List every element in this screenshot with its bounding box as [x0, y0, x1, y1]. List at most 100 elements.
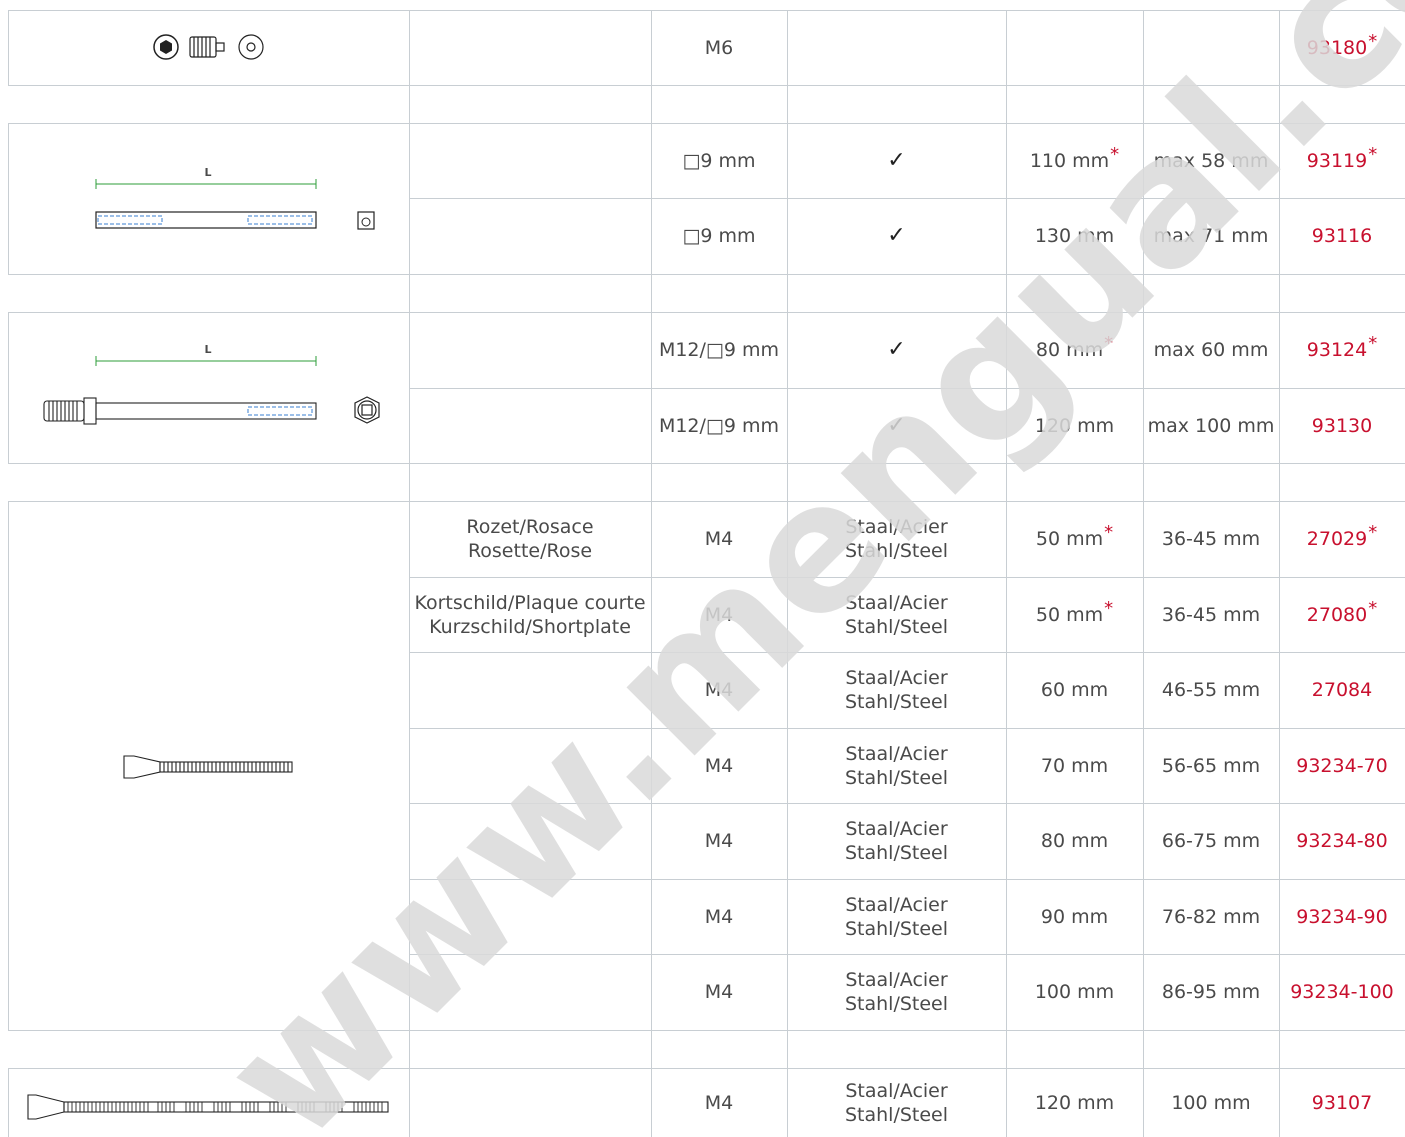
col-divider: [8, 1068, 9, 1137]
thread-cell: M12/□9 mm: [658, 339, 780, 361]
row-divider: [8, 1030, 1405, 1031]
length-cell: 80 mm *: [1006, 312, 1143, 388]
length-value: 80 mm: [1035, 339, 1104, 361]
article-code-cell: 93130: [1311, 414, 1373, 437]
asterisk-icon: *: [1110, 143, 1120, 165]
check-icon: ✓: [887, 147, 906, 173]
thread-cell: M4: [704, 1091, 734, 1114]
material-line: Staal/Acier: [845, 893, 948, 916]
material-line: Stahl/Steel: [844, 993, 949, 1015]
article-code-cell: 93234-70: [1296, 754, 1388, 777]
material-line: Stahl/Steel: [844, 917, 949, 940]
material-line: Staal/Acier: [845, 591, 948, 614]
length-cell: 120 mm: [1034, 1091, 1115, 1114]
range-cell: 36-45 mm: [1161, 528, 1261, 550]
length-cell: 130 mm: [1034, 225, 1115, 247]
length-cell: 110 mm *: [1006, 123, 1143, 198]
material-line: Stahl/Steel: [844, 615, 949, 638]
grub-screw-illustration: [153, 34, 264, 60]
material-cell: Staal/Acier Stahl/Steel: [787, 954, 1006, 1030]
material-cell: Staal/Acier Stahl/Steel: [787, 652, 1006, 728]
col-divider: [8, 123, 9, 275]
article-code-cell: 93116: [1311, 225, 1373, 247]
check-icon: ✓: [887, 337, 906, 362]
length-label: L: [204, 343, 212, 356]
screw-illustration: [123, 755, 293, 779]
asterisk-icon: *: [1368, 30, 1378, 52]
row-divider: [8, 85, 1405, 86]
material-line: Stahl/Steel: [844, 691, 949, 713]
length-cell: 50 mm *: [1006, 577, 1143, 652]
article-code: 27080: [1306, 603, 1368, 626]
thread-cell: M4: [704, 679, 734, 701]
thread-cell: M4: [704, 981, 734, 1003]
long-screw-illustration: [27, 1094, 389, 1120]
range-cell: 86-95 mm: [1161, 981, 1261, 1003]
material-line: Staal/Acier: [845, 516, 948, 538]
material-cell: Staal/Acier Stahl/Steel: [787, 803, 1006, 879]
material-line: Stahl/Steel: [844, 766, 949, 789]
col-divider: [8, 312, 9, 464]
range-cell: max 71 mm: [1153, 225, 1269, 247]
range-cell: max 60 mm: [1153, 339, 1269, 361]
description-line: Rozet/Rosace: [466, 516, 594, 538]
material-line: Stahl/Steel: [844, 1103, 949, 1126]
material-line: Staal/Acier: [845, 818, 948, 840]
product-table: M6 93180 * L □9 mm ✓ 110 mm * max 58 mm 93…: [0, 0, 1405, 1137]
material-cell: Staal/Acier Stahl/Steel: [787, 577, 1006, 652]
article-code-cell: 93107: [1311, 1091, 1373, 1114]
material-cell: Staal/Acier Stahl/Steel: [787, 728, 1006, 803]
article-code-cell: 27080 *: [1279, 577, 1405, 652]
material-line: Staal/Acier: [845, 1079, 948, 1102]
length-cell: 50 mm *: [1006, 501, 1143, 577]
length-value: 50 mm: [1035, 603, 1104, 626]
material-cell: Staal/Acier Stahl/Steel: [787, 501, 1006, 577]
length-cell: 60 mm: [1040, 679, 1109, 701]
range-cell: 100 mm: [1171, 1091, 1251, 1114]
material-cell: Staal/Acier Stahl/Steel: [787, 1068, 1006, 1137]
row-divider: [8, 274, 1405, 275]
thread-cell: □9 mm: [682, 149, 756, 172]
row-divider: [8, 123, 409, 124]
asterisk-icon: *: [1368, 522, 1378, 543]
check-icon: ✓: [887, 412, 906, 438]
thread-cell: M6: [704, 36, 734, 59]
description-cell: Kortschild/Plaque courte Kurzschild/Shor…: [409, 577, 651, 652]
material-line: Staal/Acier: [845, 969, 948, 991]
range-cell: 56-65 mm: [1161, 754, 1261, 777]
description-cell: Rozet/Rosace Rosette/Rose: [409, 501, 651, 577]
length-value: 50 mm: [1035, 528, 1104, 550]
article-code-cell: 27084: [1311, 679, 1373, 701]
range-cell: max 100 mm: [1147, 414, 1275, 437]
thread-cell: M4: [704, 905, 734, 928]
description-line: Rosette/Rose: [467, 540, 593, 562]
article-code-cell: 93180 *: [1279, 10, 1405, 85]
article-code-cell: 27029 *: [1279, 501, 1405, 577]
article-code-cell: 93119 *: [1279, 123, 1405, 198]
asterisk-icon: *: [1368, 597, 1378, 619]
article-code: 93119: [1306, 149, 1368, 172]
material-cell: Staal/Acier Stahl/Steel: [787, 879, 1006, 954]
length-cell: 90 mm: [1040, 905, 1109, 928]
article-code: 93124: [1306, 339, 1368, 361]
article-code-cell: 93124 *: [1279, 312, 1405, 388]
range-cell: max 58 mm: [1153, 149, 1269, 172]
row-divider: [8, 463, 1405, 464]
range-cell: 66-75 mm: [1161, 830, 1261, 852]
article-code-cell: 93234-90: [1296, 905, 1388, 928]
asterisk-icon: *: [1104, 597, 1114, 619]
asterisk-icon: *: [1104, 333, 1114, 354]
asterisk-icon: *: [1104, 522, 1114, 543]
material-line: Stahl/Steel: [844, 842, 949, 864]
col-divider: [8, 501, 9, 1031]
range-cell: 76-82 mm: [1161, 905, 1261, 928]
length-cell: 70 mm: [1040, 754, 1109, 777]
material-line: Stahl/Steel: [844, 540, 949, 562]
article-code: 27029: [1306, 528, 1368, 550]
length-value: 110 mm: [1029, 149, 1110, 172]
thread-cell: □9 mm: [682, 225, 756, 247]
material-line: Staal/Acier: [845, 667, 948, 689]
thread-cell: M4: [704, 830, 734, 852]
square-spindle-illustration: [95, 179, 375, 230]
article-code: 93180: [1306, 36, 1368, 59]
